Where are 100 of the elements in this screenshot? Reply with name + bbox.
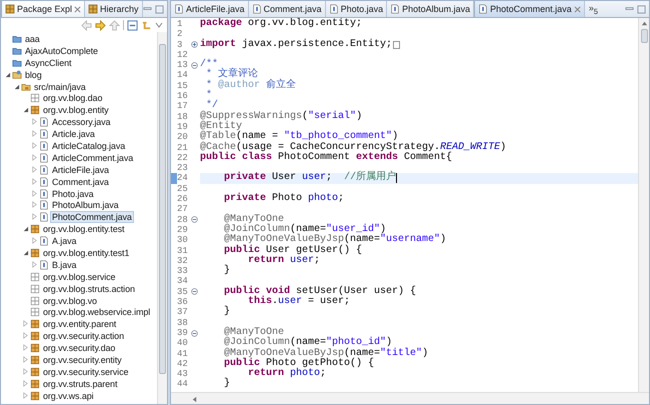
editor-tab[interactable]: PhotoComment.java bbox=[474, 1, 585, 17]
tree-item[interactable]: AjaxAutoComplete bbox=[24, 46, 99, 56]
tree-item[interactable]: org.vv.blog.webservice.impl bbox=[42, 307, 152, 318]
maximize-icon[interactable] bbox=[155, 4, 164, 14]
tree-item[interactable]: org.vv.blog.struts.action bbox=[42, 284, 136, 294]
tree-item[interactable]: ArticleFile.java bbox=[51, 164, 110, 175]
tree-item[interactable]: AsyncClient bbox=[24, 58, 72, 68]
tree-item[interactable]: A.java bbox=[51, 236, 78, 246]
collapsed-arrow-icon[interactable] bbox=[31, 178, 38, 185]
tree-item[interactable]: org.vv.blog.entity bbox=[42, 105, 110, 116]
collapsed-arrow-icon[interactable] bbox=[31, 130, 38, 138]
collapse-icon[interactable] bbox=[191, 288, 198, 296]
tree-item[interactable]: org.vv.entity.parent bbox=[42, 319, 118, 330]
expand-icon[interactable] bbox=[191, 41, 198, 48]
more-tabs-button[interactable]: »$_{5}$ bbox=[584, 2, 602, 16]
view-tab[interactable]: Hierarchy bbox=[85, 1, 143, 17]
expanded-arrow-icon[interactable] bbox=[22, 106, 29, 114]
tree-item[interactable]: Article.java bbox=[51, 129, 96, 140]
tree-item[interactable]: aaa bbox=[24, 34, 41, 44]
link-icon[interactable] bbox=[141, 20, 152, 30]
tree-item[interactable]: PhotoComment.java bbox=[51, 212, 133, 222]
tree-item[interactable]: org.vv.blog.vo bbox=[42, 296, 98, 306]
collapsed-arrow-icon[interactable] bbox=[31, 237, 38, 244]
tree-item[interactable]: org.vv.blog.dao bbox=[42, 93, 104, 104]
expanded-arrow-icon[interactable] bbox=[22, 248, 29, 256]
collapse-icon[interactable] bbox=[191, 216, 198, 224]
collapsed-arrow-icon[interactable] bbox=[31, 201, 38, 208]
close-icon[interactable] bbox=[574, 6, 581, 12]
folded-code-icon[interactable] bbox=[393, 40, 400, 49]
line-number: 16 bbox=[177, 91, 189, 102]
collapsed-arrow-icon[interactable] bbox=[31, 118, 38, 126]
vertical-scrollbar[interactable] bbox=[638, 18, 649, 392]
close-icon[interactable] bbox=[74, 6, 82, 12]
editor-tab[interactable]: Photo.java bbox=[326, 1, 388, 17]
collapsed-arrow-icon[interactable] bbox=[31, 190, 38, 197]
view-tab[interactable]: Package Expl bbox=[1, 1, 86, 17]
tree-item[interactable]: ArticleCatalog.java bbox=[51, 140, 126, 151]
line-number: 25 bbox=[177, 184, 189, 194]
collapsed-arrow-icon[interactable] bbox=[31, 154, 38, 161]
tree-item[interactable]: org.vv.blog.entity.test bbox=[42, 224, 126, 234]
code-line: public void setUser(User user) { bbox=[223, 286, 418, 297]
collapsed-arrow-icon[interactable] bbox=[31, 213, 38, 220]
line-number: 26 bbox=[177, 194, 189, 204]
collapse-all-icon[interactable] bbox=[127, 20, 138, 30]
tree-item[interactable]: Photo.java bbox=[51, 188, 95, 199]
collapsed-arrow-icon[interactable] bbox=[31, 260, 38, 268]
collapsed-arrow-icon[interactable] bbox=[22, 344, 29, 352]
line-number: 36 bbox=[177, 297, 189, 308]
tree-item[interactable]: org.vv.security.dao bbox=[42, 343, 116, 354]
maximize-icon[interactable] bbox=[637, 4, 646, 14]
tree-item[interactable]: org.vv.blog.entity.test1 bbox=[42, 248, 130, 258]
scrollbar-thumb[interactable] bbox=[159, 44, 166, 374]
collapsed-arrow-icon[interactable] bbox=[22, 332, 29, 340]
line-number: 24 bbox=[177, 173, 189, 184]
collapsed-arrow-icon[interactable] bbox=[22, 368, 29, 375]
tree-item[interactable]: org.vv.security.action bbox=[42, 331, 125, 342]
scrollbar-thumb[interactable] bbox=[640, 29, 648, 43]
tree-item[interactable]: org.vv.struts.parent bbox=[42, 378, 118, 389]
line-number: 21 bbox=[177, 142, 189, 153]
back-arrow-icon[interactable] bbox=[81, 20, 92, 30]
tree-item[interactable]: src/main/java bbox=[33, 82, 87, 92]
expanded-arrow-icon[interactable] bbox=[4, 70, 11, 78]
tree-item[interactable]: ArticleComment.java bbox=[51, 152, 134, 163]
line-number: 27 bbox=[177, 204, 189, 215]
tree-item[interactable]: B.java bbox=[51, 260, 78, 270]
collapsed-arrow-icon[interactable] bbox=[31, 166, 38, 173]
line-number: 14 bbox=[177, 70, 189, 81]
file-icon bbox=[252, 4, 262, 14]
left-arrow-icon[interactable] bbox=[191, 396, 198, 403]
tree-item[interactable]: Accessory.java bbox=[51, 117, 112, 128]
collapsed-arrow-icon[interactable] bbox=[22, 380, 29, 387]
collapse-icon[interactable] bbox=[191, 330, 198, 337]
up-arrow-icon[interactable] bbox=[640, 20, 648, 27]
horizontal-scrollbar[interactable] bbox=[171, 392, 649, 404]
editor-tab[interactable]: ArticleFile.java bbox=[171, 1, 249, 17]
collapse-icon[interactable] bbox=[191, 62, 198, 69]
project-folder-icon bbox=[12, 70, 22, 80]
forward-arrow-icon[interactable] bbox=[95, 20, 106, 30]
expanded-arrow-icon[interactable] bbox=[22, 225, 29, 232]
editor-tab[interactable]: Comment.java bbox=[248, 1, 326, 17]
package-icon bbox=[30, 331, 40, 342]
expanded-arrow-icon[interactable] bbox=[13, 82, 20, 90]
tree-item[interactable]: org.vv.security.service bbox=[42, 366, 130, 377]
vertical-scrollbar[interactable] bbox=[157, 32, 167, 404]
collapsed-arrow-icon[interactable] bbox=[31, 142, 38, 149]
view-menu-icon[interactable] bbox=[155, 21, 163, 29]
tree-item[interactable]: blog bbox=[24, 70, 43, 80]
line-number: 30 bbox=[177, 235, 189, 246]
tree-item[interactable]: PhotoAlbum.java bbox=[51, 200, 120, 210]
collapsed-arrow-icon[interactable] bbox=[22, 356, 29, 363]
tree-item[interactable]: org.vv.blog.service bbox=[42, 272, 116, 282]
tree-item[interactable]: org.vv.security.entity bbox=[42, 354, 122, 365]
code-line: public User getUser() { bbox=[223, 246, 364, 256]
line-number: 15 bbox=[177, 80, 189, 92]
empty-package-icon bbox=[30, 284, 40, 294]
up-arrow-icon[interactable] bbox=[109, 20, 120, 30]
tree-item[interactable]: org.vv.ws.api bbox=[42, 390, 95, 401]
collapsed-arrow-icon[interactable] bbox=[22, 392, 29, 399]
collapsed-arrow-icon[interactable] bbox=[22, 320, 29, 328]
tree-item[interactable]: Comment.java bbox=[51, 176, 110, 187]
